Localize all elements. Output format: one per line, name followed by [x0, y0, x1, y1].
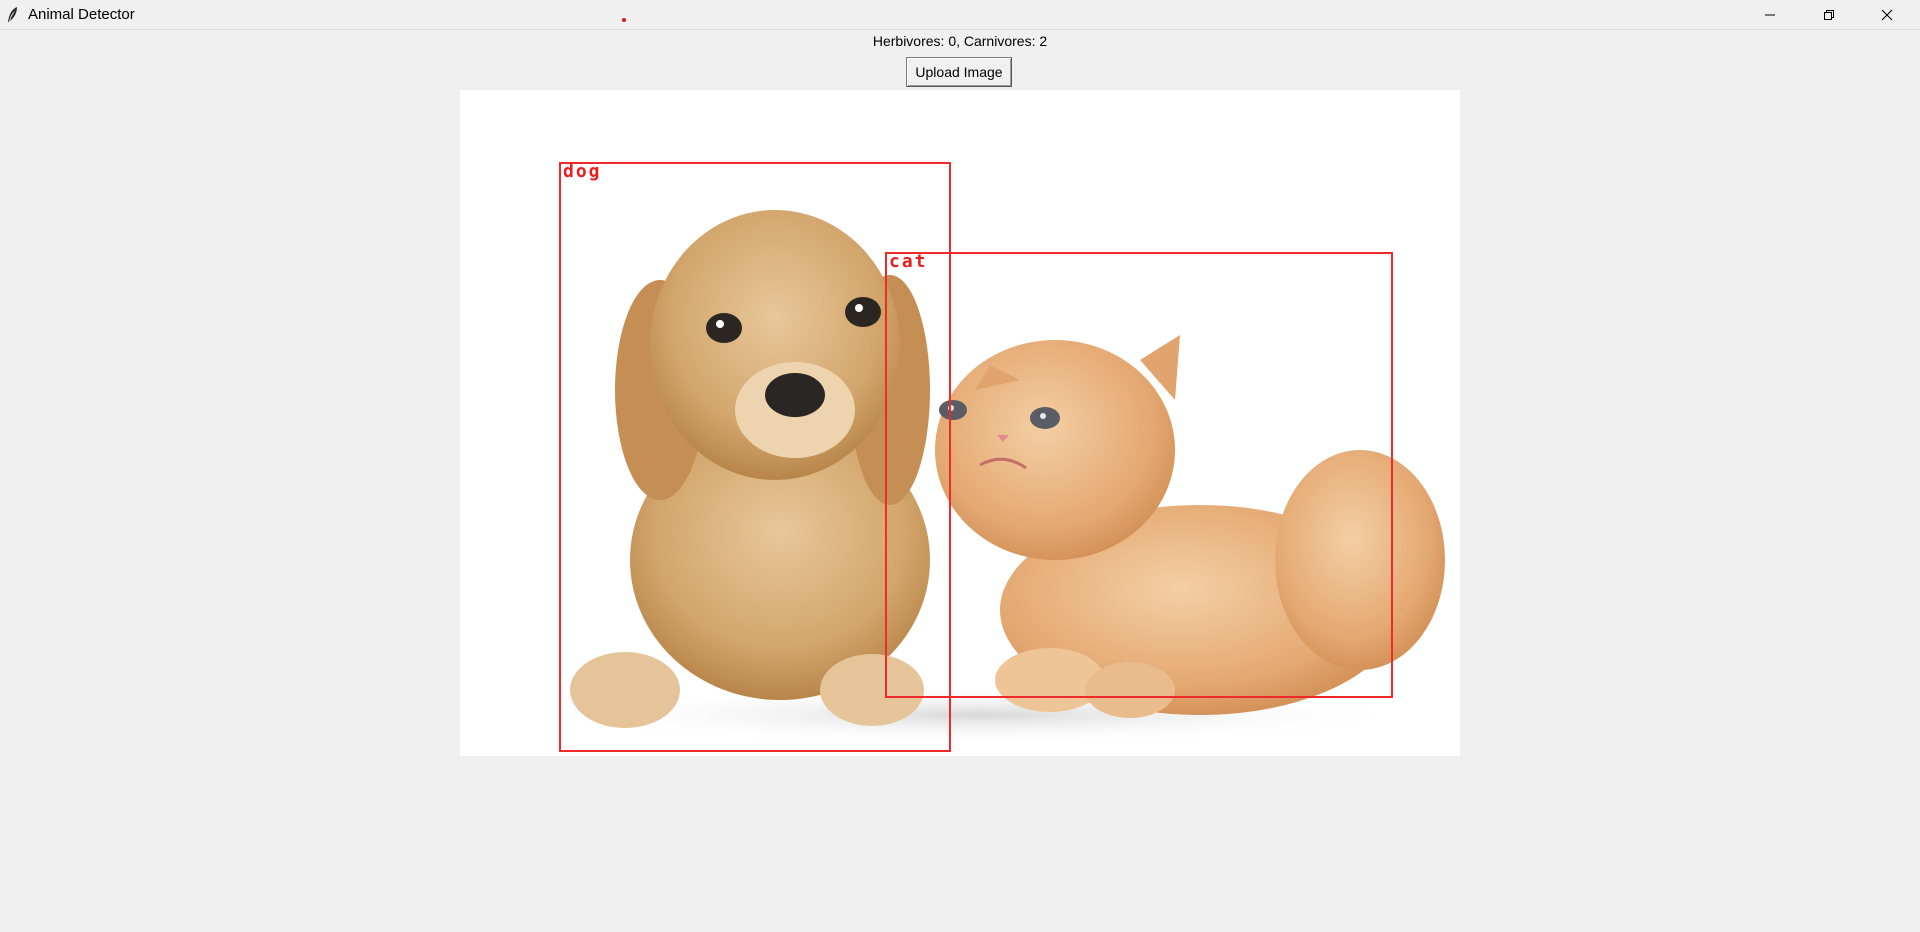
- close-icon: [1881, 9, 1893, 21]
- detection-label-dog: dog: [563, 161, 602, 182]
- restore-icon: [1824, 10, 1834, 20]
- close-button[interactable]: [1864, 0, 1910, 30]
- app-window: Animal Detector Herbivores: 0, Carnivore…: [0, 0, 1920, 932]
- detection-box-cat: cat: [885, 252, 1393, 698]
- detection-label-cat: cat: [889, 251, 928, 272]
- feather-icon: [8, 7, 17, 22]
- minimize-button[interactable]: [1747, 0, 1793, 30]
- detection-summary-label: Herbivores: 0, Carnivores: 2: [872, 33, 1048, 49]
- title-bar[interactable]: Animal Detector: [0, 0, 1920, 30]
- cursor-dot: [622, 18, 626, 22]
- restore-button[interactable]: [1806, 0, 1852, 30]
- window-title: Animal Detector: [28, 6, 135, 23]
- upload-image-button[interactable]: Upload Image: [906, 57, 1012, 87]
- minimize-icon: [1765, 14, 1775, 16]
- detection-image-panel: dog cat: [460, 90, 1460, 756]
